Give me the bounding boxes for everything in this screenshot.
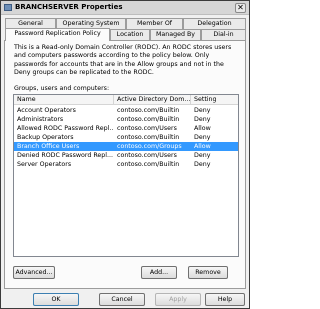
title-bar[interactable]: BRANCHSERVER Properties ✕: [1, 1, 249, 15]
table-row[interactable]: Denied RODC Password Repl... contoso.com…: [14, 151, 238, 160]
table-row[interactable]: Administrators contoso.com/Builtin Deny: [14, 115, 238, 124]
row-setting: Deny: [194, 107, 211, 114]
column-header-name[interactable]: Name: [14, 95, 114, 105]
table-row[interactable]: Account Operators contoso.com/Builtin De…: [14, 106, 238, 115]
column-header-setting[interactable]: Setting: [191, 95, 238, 105]
row-setting: Deny: [194, 152, 211, 159]
row-name: Branch Office Users: [17, 143, 80, 150]
tab-location[interactable]: Location: [110, 29, 150, 40]
tab-dial-in[interactable]: Dial-in: [201, 29, 246, 40]
row-name: Administrators: [17, 116, 64, 123]
list-header: Name Active Directory Dom... Setting: [14, 95, 238, 105]
properties-window: BRANCHSERVER Properties ✕ General Operat…: [0, 0, 250, 309]
row-setting: Deny: [194, 116, 211, 123]
computer-icon: [4, 4, 12, 11]
tab-delegation[interactable]: Delegation: [183, 18, 246, 29]
advanced-button[interactable]: Advanced...: [13, 266, 55, 279]
groups-list[interactable]: Name Active Directory Dom... Setting Acc…: [13, 94, 239, 257]
apply-button[interactable]: Apply: [155, 293, 201, 306]
row-ad-domain: contoso.com/Users: [117, 152, 177, 159]
row-name: Account Operators: [17, 107, 76, 114]
row-ad-domain: contoso.com/Builtin: [117, 107, 180, 114]
row-ad-domain: contoso.com/Builtin: [117, 161, 180, 168]
tab-password-replication-policy[interactable]: Password Replication Policy: [5, 28, 110, 41]
ok-button[interactable]: OK: [33, 293, 79, 306]
tab-managed-by[interactable]: Managed By: [150, 29, 201, 40]
row-setting: Deny: [194, 161, 211, 168]
row-setting: Allow: [194, 125, 211, 132]
groups-label: Groups, users and computers:: [14, 85, 110, 92]
remove-button[interactable]: Remove: [188, 266, 228, 279]
add-button[interactable]: Add...: [141, 266, 177, 279]
tab-member-of[interactable]: Member Of: [126, 18, 183, 29]
row-setting: Deny: [194, 134, 211, 141]
row-name: Server Operators: [17, 161, 72, 168]
cancel-button[interactable]: Cancel: [99, 293, 145, 306]
row-ad-domain: contoso.com/Groups: [117, 143, 182, 150]
row-ad-domain: contoso.com/Users: [117, 125, 177, 132]
policy-description: This is a Read-only Domain Controller (R…: [14, 44, 232, 77]
window-title: BRANCHSERVER Properties: [15, 3, 123, 11]
row-ad-domain: contoso.com/Builtin: [117, 116, 180, 123]
row-name: Allowed RODC Password Repl...: [17, 125, 114, 132]
close-button[interactable]: ✕: [235, 3, 246, 13]
help-button[interactable]: Help: [205, 293, 245, 306]
row-name: Backup Operators: [17, 134, 74, 141]
table-row[interactable]: Backup Operators contoso.com/Builtin Den…: [14, 133, 238, 142]
row-name: Denied RODC Password Repl...: [17, 152, 114, 159]
table-row[interactable]: Server Operators contoso.com/Builtin Den…: [14, 160, 238, 169]
table-row-selected[interactable]: Branch Office Users contoso.com/Groups A…: [14, 142, 238, 151]
row-ad-domain: contoso.com/Builtin: [117, 134, 180, 141]
column-header-ad-domain[interactable]: Active Directory Dom...: [114, 95, 191, 105]
table-row[interactable]: Allowed RODC Password Repl... contoso.co…: [14, 124, 238, 133]
row-setting: Allow: [194, 143, 211, 150]
